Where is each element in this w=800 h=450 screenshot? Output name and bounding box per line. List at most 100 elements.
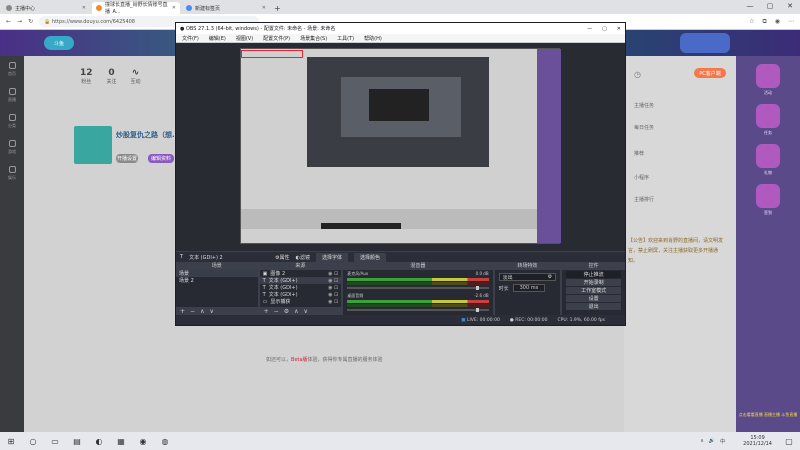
visibility-icon[interactable]: ◉ ⊡ (328, 271, 338, 277)
volume-icon[interactable]: 🔊 (709, 438, 715, 445)
right-item[interactable]: 小程序 (634, 174, 649, 181)
room-thumbnail[interactable] (74, 126, 112, 164)
input-method-icon[interactable]: 中 (720, 438, 725, 445)
tab-close-icon[interactable]: ✕ (82, 5, 86, 11)
source-item[interactable]: T 文本 (GDI+) ◉ ⊡ (259, 277, 342, 284)
gear-icon[interactable]: ⚙ (548, 274, 552, 280)
stat-fans[interactable]: 12 粉丝 (80, 68, 93, 85)
right-item[interactable]: 主播任务 (634, 102, 654, 109)
properties-button[interactable]: ⚙属性 (275, 254, 290, 261)
room-settings-button[interactable]: 开播设置 (116, 154, 138, 163)
gift-icon[interactable] (756, 64, 780, 88)
minimize-icon[interactable]: — (740, 0, 760, 12)
profile-icon[interactable]: ◉ (775, 18, 780, 26)
duration-input[interactable]: 300 ms (512, 284, 546, 292)
pc-client-button[interactable]: PC客户端 (694, 68, 726, 78)
selected-source-outline[interactable] (241, 50, 303, 58)
obs-taskbar-icon[interactable]: ◉ (138, 436, 148, 446)
preview-canvas[interactable] (240, 48, 561, 244)
select-color-button[interactable]: 选择颜色 (353, 252, 386, 262)
source-item[interactable]: ▣ 图像 2 ◉ ⊡ (260, 270, 342, 278)
visibility-icon[interactable]: ◉ ⊡ (328, 292, 338, 298)
notification-icon[interactable]: ▢ (784, 436, 794, 446)
taskbar-clock[interactable]: 15:09 2021/12/14 (743, 435, 772, 447)
scene-item[interactable]: 场景 2 (176, 277, 258, 284)
visibility-icon[interactable]: ◉ ⊡ (328, 285, 338, 291)
clock-icon[interactable]: ◷ (634, 70, 641, 79)
add-icon[interactable]: + (264, 308, 269, 315)
stat-interact[interactable]: ∿ 互动 (131, 68, 141, 85)
browser-tab[interactable]: 主播中心 ✕ (2, 2, 90, 14)
file-explorer-icon[interactable]: ▤ (72, 436, 82, 446)
maximize-icon[interactable]: ▢ (602, 26, 607, 32)
up-icon[interactable]: ∧ (294, 308, 298, 315)
edit-profile-button[interactable]: 编辑资料 (148, 154, 174, 163)
nav-item-live[interactable]: 直播 (0, 82, 24, 108)
new-tab-button[interactable]: + (274, 4, 281, 13)
close-icon[interactable]: ✕ (617, 26, 621, 32)
app-icon[interactable]: ◍ (160, 436, 170, 446)
nav-item-home[interactable]: 首页 (0, 56, 24, 82)
remove-icon[interactable]: − (274, 308, 279, 315)
bookmark-icon[interactable]: ☆ (749, 18, 754, 26)
hint-link[interactable]: Beta版 (291, 357, 308, 363)
site-logo[interactable]: 斗鱼 (44, 36, 74, 50)
right-item[interactable]: 每日任务 (634, 124, 654, 131)
present-icon[interactable] (756, 144, 780, 168)
room-title[interactable]: 炒股复仇之路（想... (116, 130, 180, 140)
close-icon[interactable]: ✕ (780, 0, 800, 12)
source-item[interactable]: ▭ 显示捕获 ◉ ⊡ (260, 298, 342, 306)
menu-view[interactable]: 视图(V) (236, 35, 253, 42)
menu-profile[interactable]: 配置文件(P) (263, 35, 290, 42)
extensions-icon[interactable]: ⧉ (762, 18, 766, 26)
checkin-icon[interactable] (756, 184, 780, 208)
menu-icon[interactable]: ⋯ (788, 18, 794, 26)
menu-edit[interactable]: 编辑(E) (209, 35, 226, 42)
search-icon[interactable]: ○ (28, 436, 38, 446)
remove-icon[interactable]: − (190, 308, 195, 315)
source-item[interactable]: T 文本 (GDI+) ◉ ⊡ (260, 291, 342, 299)
back-icon[interactable]: ← (6, 18, 11, 25)
nav-item-game[interactable]: 游戏 (0, 134, 24, 160)
maximize-icon[interactable]: ▢ (760, 0, 780, 12)
right-item[interactable]: 推荐 (634, 150, 644, 157)
visibility-icon[interactable]: ◉ ⊡ (328, 299, 338, 305)
nav-item-category[interactable]: 分类 (0, 108, 24, 134)
task-icon[interactable] (756, 104, 780, 128)
volume-slider[interactable] (347, 308, 489, 312)
tray-expand-icon[interactable]: ∧ (700, 438, 704, 445)
forward-icon[interactable]: → (17, 18, 22, 25)
refresh-icon[interactable]: ↻ (28, 18, 33, 25)
obs-preview[interactable] (176, 43, 625, 251)
source-item[interactable]: T 文本 (GDI+) ◉ ⊡ (260, 284, 342, 292)
scene-item[interactable]: 场景 (176, 270, 258, 277)
nav-item-entertainment[interactable]: 娱乐 (0, 160, 24, 186)
browser-tab[interactable]: 新建标签页 ✕ (182, 2, 270, 14)
gear-icon[interactable]: ⚙ (284, 308, 289, 315)
exit-button[interactable]: 退出 (566, 303, 621, 310)
tab-close-icon[interactable]: ✕ (172, 5, 176, 11)
start-recording-button[interactable]: 开始录制 (566, 279, 621, 286)
browser-tab-active[interactable]: 撞球长直播_肖野长情账号直播_A... ✕ (92, 2, 180, 15)
down-icon[interactable]: ∨ (209, 308, 213, 315)
up-icon[interactable]: ∧ (200, 308, 204, 315)
volume-slider[interactable] (347, 286, 489, 290)
minimize-icon[interactable]: — (587, 26, 592, 32)
filters-button[interactable]: ◐滤镜 (296, 254, 310, 261)
select-font-button[interactable]: 选择字体 (315, 252, 348, 262)
stat-follow[interactable]: 0 关注 (107, 68, 117, 85)
task-view-icon[interactable]: ▭ (50, 436, 60, 446)
add-icon[interactable]: + (180, 308, 185, 315)
right-item[interactable]: 主播排行 (634, 196, 654, 203)
windows-start-icon[interactable]: ⊞ (6, 436, 16, 446)
menu-scene-collection[interactable]: 场景集合(S) (300, 35, 327, 42)
menu-file[interactable]: 文件(F) (182, 35, 199, 42)
menu-help[interactable]: 帮助(H) (364, 35, 382, 42)
studio-mode-button[interactable]: 工作室模式 (566, 287, 621, 294)
edge-browser-icon[interactable]: ◐ (94, 436, 104, 446)
down-icon[interactable]: ∨ (303, 308, 307, 315)
menu-tools[interactable]: 工具(T) (337, 35, 354, 42)
tab-close-icon[interactable]: ✕ (262, 5, 266, 11)
settings-button[interactable]: 设置 (566, 295, 621, 302)
stop-streaming-button[interactable]: 停止推流 (566, 271, 621, 278)
